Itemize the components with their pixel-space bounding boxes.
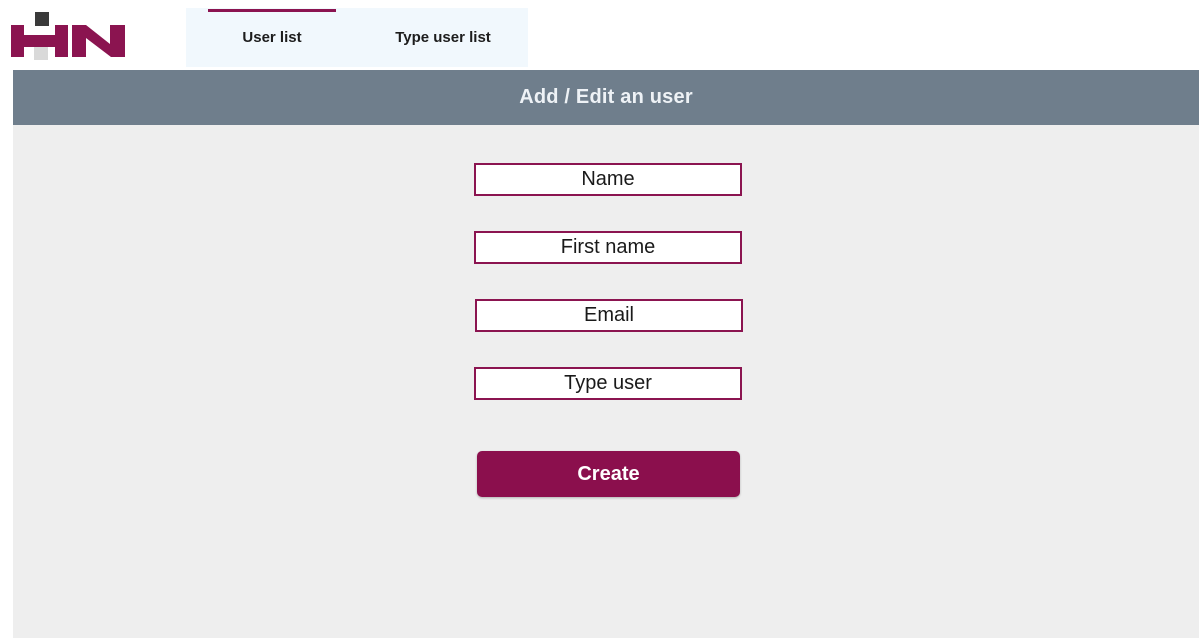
nav-tabs: User list Type user list <box>186 8 528 67</box>
tab-user-list[interactable]: User list <box>186 8 358 67</box>
page-title: Add / Edit an user <box>519 86 693 108</box>
title-bar: Add / Edit an user <box>13 70 1199 125</box>
type-user-field[interactable] <box>474 367 742 400</box>
first-name-field[interactable] <box>474 231 742 264</box>
create-button[interactable]: Create <box>477 451 740 497</box>
email-field[interactable] <box>475 299 743 332</box>
tab-user-list-label: User list <box>242 29 302 46</box>
hn-logo-graphic <box>11 12 125 60</box>
hn-logo[interactable] <box>10 10 128 62</box>
user-form: Create <box>13 125 1199 638</box>
tab-type-user-list-label: Type user list <box>395 29 491 46</box>
page: User list Type user list Add / Edit an u… <box>0 0 1199 638</box>
header: User list Type user list <box>0 0 1199 69</box>
name-field[interactable] <box>474 163 742 196</box>
tab-type-user-list[interactable]: Type user list <box>358 8 528 67</box>
